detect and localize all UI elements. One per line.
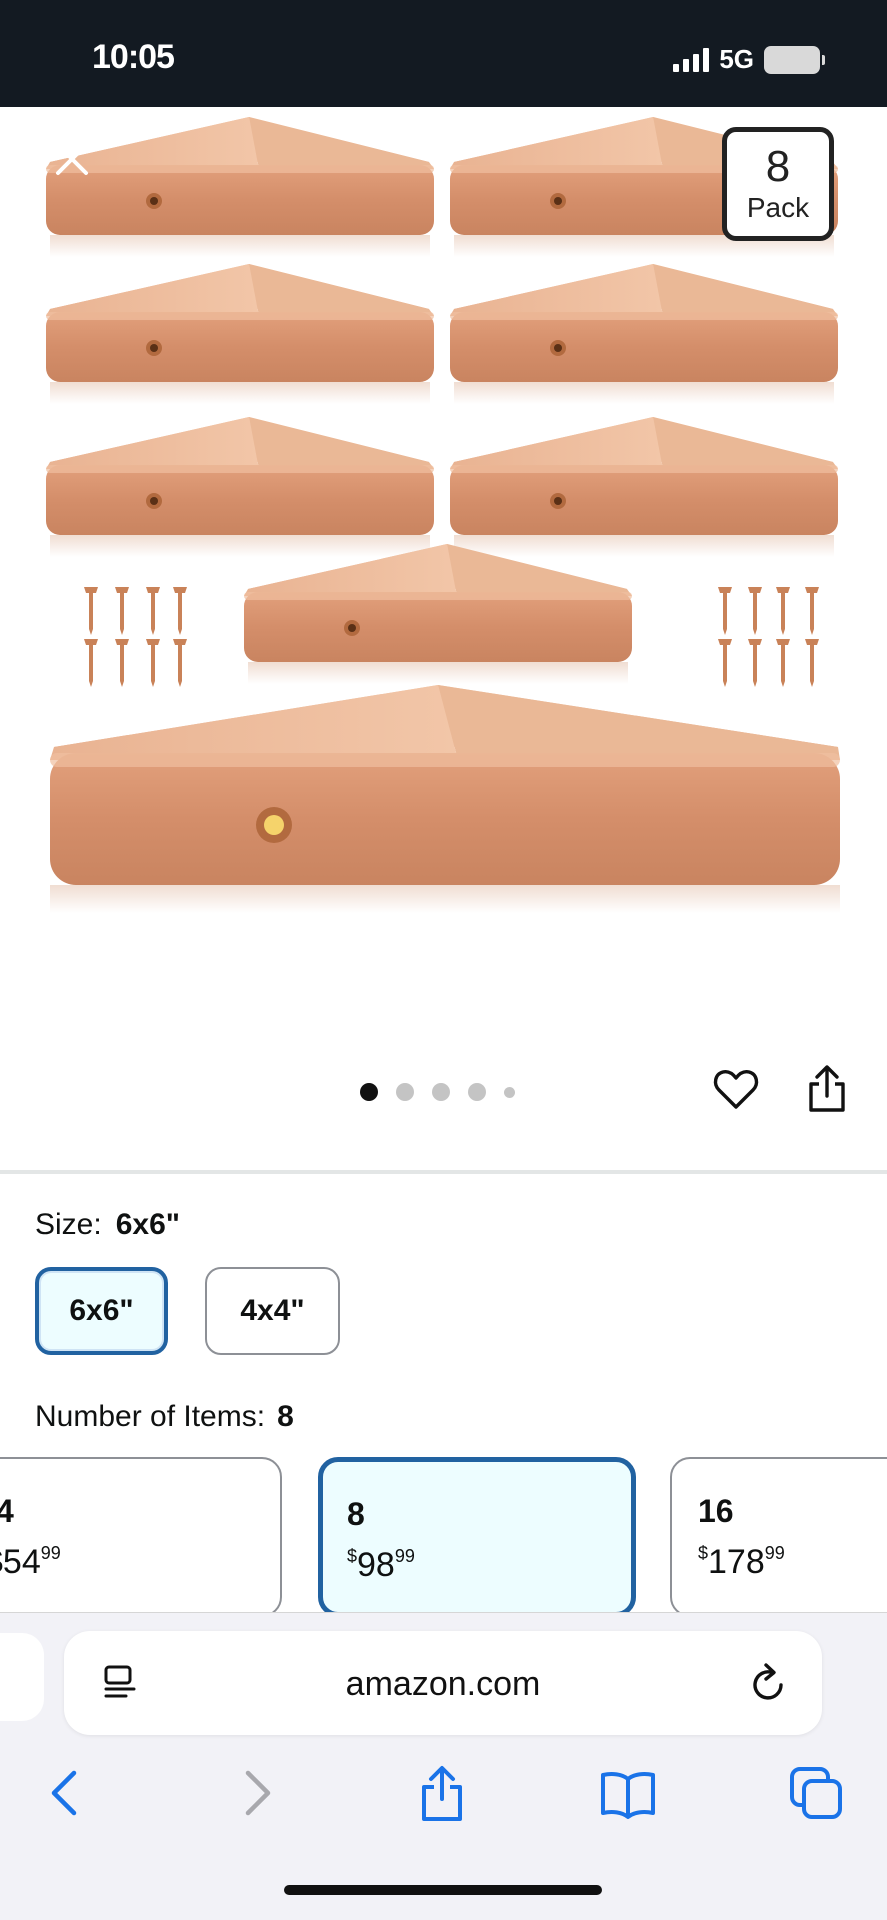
share-icon[interactable]	[804, 1064, 850, 1114]
page-dot[interactable]	[468, 1083, 486, 1101]
quantity-count: 16	[698, 1493, 734, 1529]
page-dot[interactable]	[396, 1083, 414, 1101]
pack-badge: 8 Pack	[722, 127, 834, 241]
quantity-price: $17899	[698, 1543, 785, 1581]
size-label-row: Size: 6x6"	[35, 1208, 180, 1242]
quantity-count: 8	[347, 1496, 365, 1532]
close-icon[interactable]	[48, 135, 96, 183]
previous-tab-preview[interactable]	[0, 1633, 44, 1721]
battery-icon	[764, 45, 825, 74]
status-indicators: 5G	[673, 44, 825, 75]
quantity-count: 4	[0, 1493, 14, 1529]
product-image-gallery[interactable]: 8 Pack	[0, 107, 887, 957]
home-indicator	[284, 1885, 602, 1895]
reload-icon[interactable]	[748, 1661, 790, 1705]
forward-icon[interactable]	[226, 1763, 286, 1823]
status-time: 10:05	[92, 38, 175, 76]
page-dot[interactable]	[504, 1086, 515, 1098]
address-bar[interactable]: amazon.com	[64, 1631, 822, 1735]
network-label: 5G	[719, 44, 754, 74]
url-text[interactable]: amazon.com	[64, 1665, 822, 1704]
signal-icon	[673, 47, 710, 72]
size-option-4x4[interactable]: 4x4"	[205, 1267, 340, 1355]
quantity-price: $5499	[0, 1543, 61, 1581]
pack-count: 8	[765, 142, 791, 191]
quantity-option-8[interactable]: 8 $9899	[318, 1457, 636, 1617]
size-selected-value: 6x6"	[115, 1208, 180, 1241]
quantity-option-4[interactable]: 4 $5499	[0, 1457, 282, 1617]
share-icon[interactable]	[412, 1763, 472, 1823]
items-label-row: Number of Items: 8	[35, 1400, 294, 1434]
items-selected-value: 8	[277, 1400, 294, 1433]
items-label: Number of Items:	[35, 1400, 266, 1433]
browser-toolbar: amazon.com	[0, 1612, 887, 1920]
size-option-6x6[interactable]: 6x6"	[35, 1267, 168, 1355]
back-icon[interactable]	[36, 1763, 96, 1823]
page-dot-active[interactable]	[360, 1083, 378, 1101]
browser-nav-row	[0, 1763, 887, 1843]
heart-icon[interactable]	[712, 1065, 760, 1113]
tabs-icon[interactable]	[786, 1763, 846, 1823]
quantity-option-16[interactable]: 16 $17899	[670, 1457, 887, 1617]
size-label: Size:	[35, 1208, 102, 1241]
status-bar: 10:05 5G	[0, 0, 887, 107]
bookmarks-icon[interactable]	[598, 1763, 658, 1823]
page-dot[interactable]	[432, 1083, 450, 1101]
section-divider	[0, 1170, 887, 1174]
quantity-price: $9899	[347, 1546, 415, 1584]
image-pagination	[360, 1083, 515, 1101]
pack-label: Pack	[746, 192, 810, 223]
